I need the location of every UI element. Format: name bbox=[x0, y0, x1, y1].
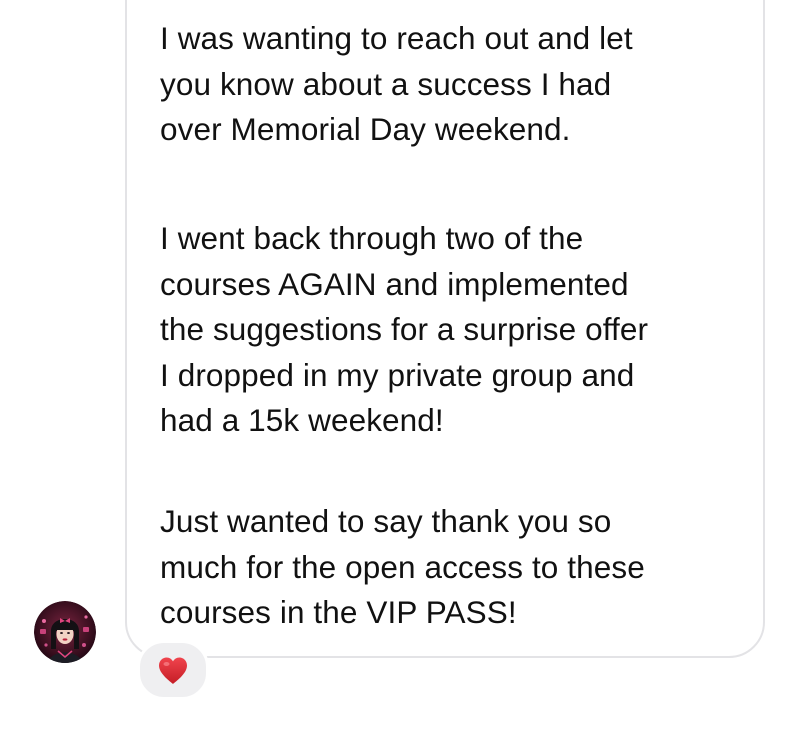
heart-icon bbox=[159, 657, 187, 684]
message-paragraph: Just wanted to say thank you so much for… bbox=[160, 503, 645, 630]
message-paragraph: I went back through two of the courses A… bbox=[160, 220, 649, 438]
reaction-badge[interactable] bbox=[137, 640, 209, 700]
sender-avatar[interactable] bbox=[34, 601, 96, 663]
avatar-image bbox=[34, 601, 96, 663]
message-paragraph: I was wanting to reach out and let you k… bbox=[160, 20, 633, 147]
chat-screen: I was wanting to reach out and let you k… bbox=[0, 0, 800, 732]
